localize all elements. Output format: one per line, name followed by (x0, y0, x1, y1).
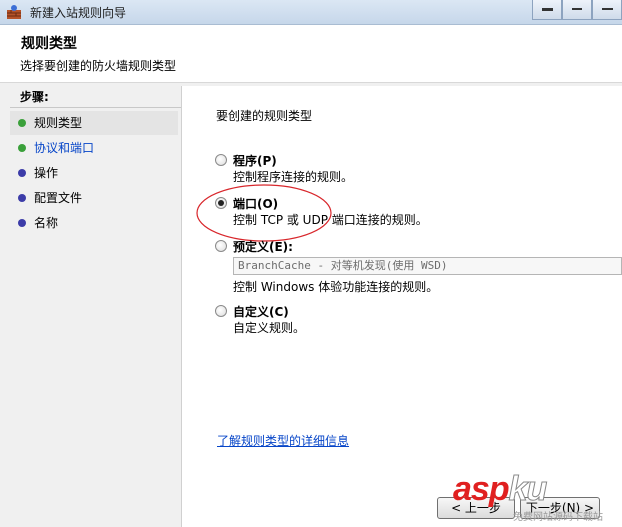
step-name: 名称 (10, 211, 178, 235)
step-label: 配置文件 (34, 191, 83, 205)
firewall-wall-icon (7, 5, 21, 19)
predefined-rule-select[interactable]: BranchCache - 对等机发现(使用 WSD) (233, 257, 622, 275)
step-status-dot (18, 144, 26, 152)
site-watermark: aspku 免费网站源码下载站 (450, 470, 622, 527)
window-title: 新建入站规则向导 (30, 6, 127, 20)
option-custom-description: 自定义规则。 (233, 321, 306, 335)
maximize-icon (572, 8, 582, 10)
step-profile: 配置文件 (10, 186, 178, 210)
learn-more-link[interactable]: 了解规则类型的详细信息 (217, 432, 349, 449)
steps-title: 步骤: (10, 86, 181, 108)
main-panel: 要创建的规则类型 程序(P) 控制程序连接的规则。 端口(O) 控制 TCP 或… (182, 86, 622, 527)
minimize-button[interactable] (532, 0, 562, 20)
step-label: 名称 (34, 216, 59, 230)
maximize-button[interactable] (562, 0, 592, 20)
step-label: 协议和端口 (34, 141, 95, 155)
radio-predefined[interactable] (215, 240, 227, 252)
radio-custom[interactable] (215, 305, 227, 317)
close-button[interactable] (592, 0, 622, 20)
step-action: 操作 (10, 161, 178, 185)
watermark-subtext: 免费网站源码下载站 (513, 512, 603, 523)
step-protocol-ports[interactable]: 协议和端口 (10, 136, 178, 160)
step-status-dot (18, 169, 26, 177)
step-rule-type: 规则类型 (10, 111, 178, 135)
page-subtitle: 选择要创建的防火墙规则类型 (20, 59, 177, 73)
minimize-icon (542, 8, 553, 11)
title-bar[interactable]: 新建入站规则向导 (0, 0, 622, 25)
radio-program[interactable] (215, 154, 227, 166)
option-predefined-label[interactable]: 预定义(E): (233, 238, 293, 255)
watermark-logo: aspku (453, 470, 548, 509)
page-title: 规则类型 (21, 36, 77, 52)
option-program-label[interactable]: 程序(P) (233, 152, 277, 169)
step-status-dot (18, 194, 26, 202)
highlight-ellipse (196, 184, 332, 242)
step-label: 规则类型 (34, 116, 83, 130)
option-custom-label[interactable]: 自定义(C) (233, 303, 289, 320)
watermark-red-text: asp (453, 470, 510, 508)
step-label: 操作 (34, 166, 59, 180)
rule-type-prompt: 要创建的规则类型 (216, 109, 313, 123)
option-predefined-description: 控制 Windows 体验功能连接的规则。 (233, 280, 439, 294)
steps-panel: 步骤: 规则类型 协议和端口 操作 配置文件 名称 (10, 86, 181, 527)
step-status-dot (18, 119, 26, 127)
step-status-dot (18, 219, 26, 227)
close-icon (602, 8, 613, 10)
wizard-header: 规则类型 选择要创建的防火墙规则类型 (0, 25, 622, 83)
watermark-white-text: ku (508, 470, 548, 509)
